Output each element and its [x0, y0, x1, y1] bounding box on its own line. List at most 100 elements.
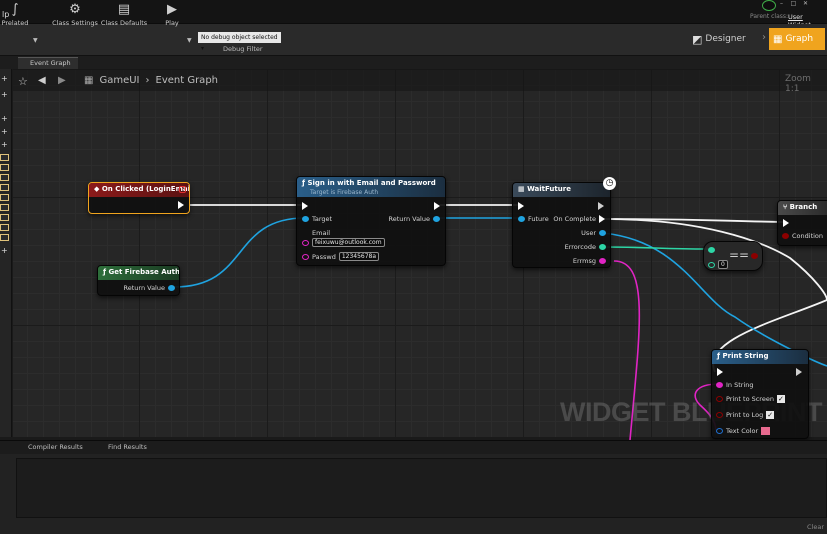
future-label: Future: [528, 215, 549, 223]
sign-in-node-title: ƒ Sign in with Email and Password Target…: [297, 177, 445, 197]
print-to-log-checkbox[interactable]: ✓: [766, 411, 775, 419]
debug-object-value: No debug object selected: [201, 34, 278, 41]
variable-icon[interactable]: [0, 174, 9, 181]
variable-icon[interactable]: [0, 224, 9, 231]
variable-icon[interactable]: [0, 204, 9, 211]
print-to-log-pin[interactable]: Print to Log ✓: [716, 411, 775, 419]
on-clicked-title-text: On Clicked (LoginEmail): [101, 185, 189, 193]
print-to-screen-pin[interactable]: Print to Screen ✓: [716, 395, 785, 403]
exec-in-pin[interactable]: [518, 202, 524, 210]
partial-toolbar-button[interactable]: ∫ Prelated: [0, 2, 30, 30]
play-button[interactable]: ▶ Play: [157, 2, 187, 30]
errorcode-pin[interactable]: Errorcode: [565, 243, 606, 251]
string-pin-icon: [302, 253, 309, 260]
compiler-results-label: Compiler Results: [28, 443, 83, 451]
condition-pin[interactable]: Condition: [782, 232, 823, 240]
graph-icon: ▦: [773, 33, 783, 45]
password-pin[interactable]: Passwd 12345678a: [302, 252, 380, 261]
get-firebase-auth-title: ƒ Get Firebase Auth: [98, 266, 179, 280]
maximize-icon[interactable]: □: [789, 0, 798, 7]
breadcrumb-separator-icon: ›: [145, 75, 150, 86]
add-icon[interactable]: +: [1, 128, 10, 136]
variable-icon[interactable]: [0, 234, 9, 241]
debug-object-select[interactable]: No debug object selected ▾: [198, 32, 281, 52]
clear-button[interactable]: Clear: [807, 523, 824, 531]
branch-node[interactable]: ⑂ Branch Condition: [777, 200, 827, 246]
variable-icon[interactable]: [0, 214, 9, 221]
equals-node[interactable]: 0 ==: [703, 241, 763, 271]
gear-icon: ⚙: [69, 2, 81, 17]
add-icon[interactable]: +: [1, 75, 10, 83]
int-in-pin-a[interactable]: [708, 247, 715, 253]
minimize-icon[interactable]: –: [777, 0, 786, 7]
back-arrow-icon[interactable]: ◀: [38, 75, 46, 86]
wait-future-title-text: WaitFuture: [527, 185, 571, 193]
wait-future-node[interactable]: ▦ WaitFuture ◷ Future On Complete User E…: [512, 177, 616, 268]
zoom-level: Zoom 1:1: [785, 74, 811, 94]
play-label: Play: [165, 19, 179, 27]
exec-out-pin[interactable]: [178, 201, 184, 209]
class-settings-label: Class Settings: [52, 19, 98, 27]
exec-out-pin[interactable]: [796, 368, 803, 376]
play-options-chevron-icon[interactable]: ▼: [187, 37, 192, 44]
user-label: User: [581, 229, 596, 237]
add-icon[interactable]: +: [1, 91, 10, 99]
designer-label: Designer: [705, 34, 746, 44]
graph-mode-button[interactable]: ▦ Graph: [769, 28, 825, 50]
print-to-log-label: Print to Log: [726, 411, 764, 419]
tab-compiler-results[interactable]: Compiler Results: [16, 441, 83, 453]
exec-in-pin[interactable]: [783, 219, 789, 227]
errmsg-pin[interactable]: Errmsg: [573, 257, 606, 265]
email-field[interactable]: feixuwu@outlook.com: [312, 238, 385, 247]
on-clicked-event-node[interactable]: ◆ On Clicked (LoginEmail): [88, 182, 190, 214]
star-icon[interactable]: ☆: [18, 75, 28, 88]
return-value-pin[interactable]: Return Value: [389, 215, 440, 223]
print-string-node[interactable]: ƒ Print String In String Print to Screen…: [711, 349, 809, 439]
designer-mode-button[interactable]: ◩ Designer: [692, 28, 746, 50]
text-color-swatch[interactable]: [761, 427, 771, 435]
add-icon[interactable]: +: [1, 115, 10, 123]
print-string-title: ƒ Print String: [712, 350, 808, 364]
password-field[interactable]: 12345678a: [338, 252, 380, 261]
exec-in-pin[interactable]: [302, 202, 308, 210]
variable-icon[interactable]: [0, 164, 9, 171]
forward-arrow-icon[interactable]: ▶: [58, 75, 66, 86]
int-pin-icon: [708, 247, 715, 253]
on-complete-pin[interactable]: On Complete: [553, 215, 605, 223]
class-defaults-button[interactable]: ▤ Class Defaults: [101, 2, 147, 30]
bool-out-pin[interactable]: [751, 253, 758, 259]
class-settings-button[interactable]: ⚙ Class Settings: [52, 2, 98, 30]
print-string-title-text: Print String: [722, 352, 769, 360]
chevron-down-icon[interactable]: ▼: [33, 37, 38, 44]
tab-find-results[interactable]: Find Results: [96, 441, 147, 453]
exec-out-pin[interactable]: [598, 202, 605, 210]
int-in-pin-b[interactable]: 0: [708, 260, 728, 269]
variable-icon[interactable]: [0, 154, 9, 161]
add-icon[interactable]: +: [1, 141, 10, 149]
string-pin-icon: [599, 258, 606, 264]
get-firebase-auth-node[interactable]: ƒ Get Firebase Auth Return Value: [97, 265, 180, 296]
sign-in-email-password-node[interactable]: ƒ Sign in with Email and Password Target…: [296, 176, 446, 266]
tab-event-graph[interactable]: Event Graph: [18, 57, 78, 69]
bool-pin-icon: [782, 233, 789, 239]
print-to-screen-checkbox[interactable]: ✓: [776, 395, 785, 403]
target-pin[interactable]: Target: [302, 215, 332, 223]
exec-out-pin[interactable]: [434, 202, 440, 210]
user-pin[interactable]: User: [581, 229, 606, 237]
my-blueprint-panel: + + + + + +: [0, 69, 12, 437]
string-pin-icon: [302, 239, 309, 246]
future-pin[interactable]: Future: [518, 215, 549, 223]
variable-icon[interactable]: [0, 194, 9, 201]
email-pin[interactable]: Email feixuwu@outlook.com: [302, 229, 385, 247]
close-icon[interactable]: ✕: [801, 0, 810, 7]
equals-value-input[interactable]: 0: [718, 260, 728, 269]
text-color-pin[interactable]: Text Color: [716, 427, 771, 435]
add-icon[interactable]: +: [1, 247, 10, 255]
in-string-pin[interactable]: In String: [716, 381, 754, 389]
delegate-pin[interactable]: [179, 186, 186, 193]
return-value-pin[interactable]: Return Value: [124, 284, 175, 292]
exec-in-pin[interactable]: [717, 368, 723, 376]
exec-arrow-icon: [717, 368, 723, 376]
variable-icon[interactable]: [0, 184, 9, 191]
breadcrumb-root[interactable]: GameUI: [99, 75, 139, 86]
